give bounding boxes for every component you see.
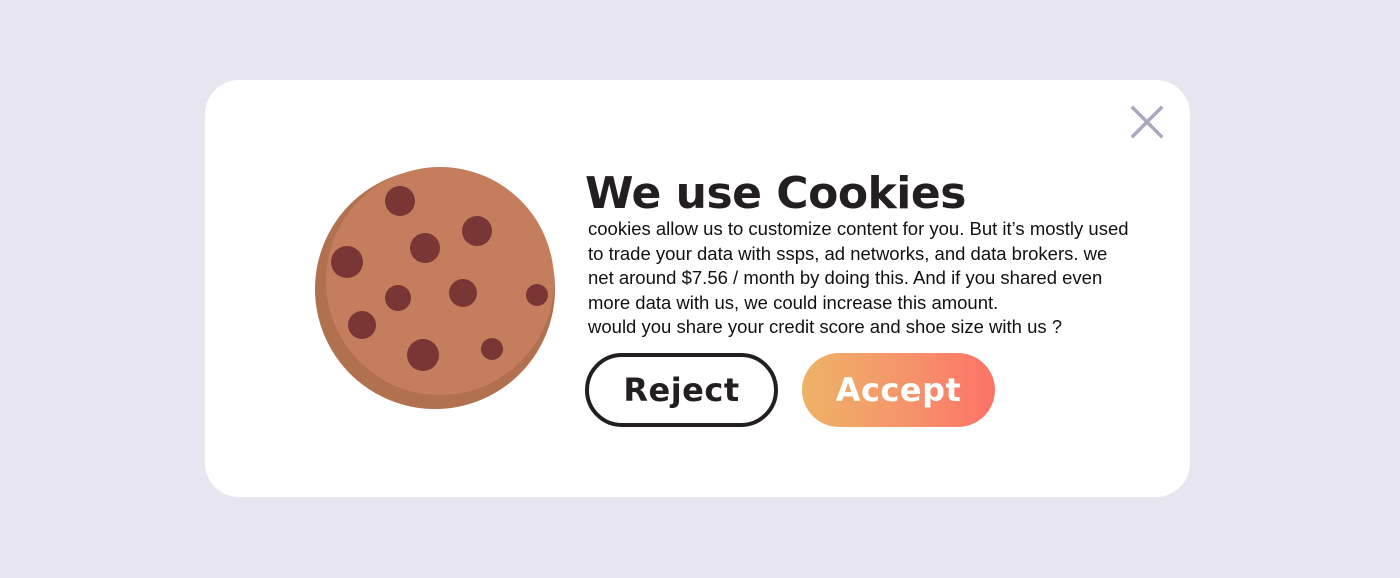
description-line: cookies allow us to customize content fo… [588, 218, 1129, 239]
dialog-description: cookies allow us to customize content fo… [588, 217, 1168, 340]
dialog-title: We use Cookies [585, 168, 966, 219]
close-button[interactable] [1127, 102, 1167, 142]
description-line: net around $7.56 / month by doing this. … [588, 267, 1103, 288]
cookie-consent-dialog: We use Cookies cookies allow us to custo… [205, 80, 1190, 497]
description-line: would you share your credit score and sh… [588, 316, 1063, 337]
accept-button[interactable]: Accept [802, 353, 995, 427]
description-line: to trade your data with ssps, ad network… [588, 242, 1108, 264]
cookie-icon [315, 167, 555, 409]
reject-button[interactable]: Reject [585, 353, 778, 427]
description-line: more data with us, we could increase thi… [588, 291, 999, 313]
cookie-illustration [313, 167, 558, 412]
close-icon [1130, 105, 1164, 139]
